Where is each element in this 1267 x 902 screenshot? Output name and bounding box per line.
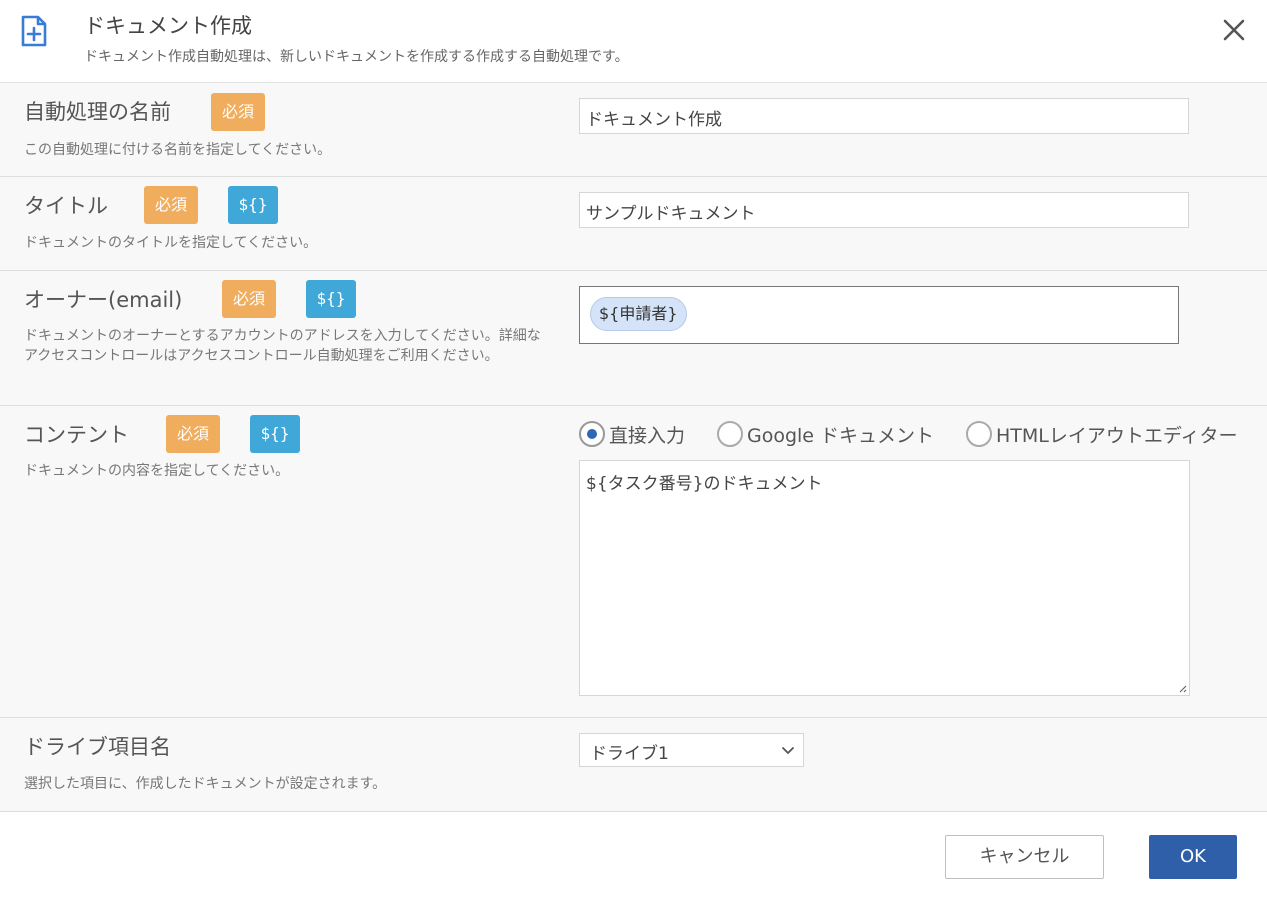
cancel-button[interactable]: キャンセル — [945, 835, 1104, 879]
radio-direct-input[interactable]: 直接入力 — [579, 421, 685, 447]
required-badge: 必須 — [166, 415, 220, 453]
name-description: この自動処理に付ける名前を指定してください。 — [24, 142, 332, 158]
radio-label: Google ドキュメント — [747, 424, 935, 447]
drive-description: 選択した項目に、作成したドキュメントが設定されます。 — [24, 776, 387, 792]
content-description: ドキュメントの内容を指定してください。 — [24, 463, 290, 479]
content-text: ${タスク番号}のドキュメント — [586, 474, 823, 494]
radio-label: HTMLレイアウトエディター — [996, 424, 1238, 447]
required-badge: 必須 — [144, 186, 198, 224]
resize-grip-icon[interactable] — [1177, 683, 1187, 693]
title-input[interactable]: サンプルドキュメント — [579, 192, 1189, 228]
close-icon[interactable] — [1218, 14, 1250, 46]
dialog-header: ドキュメント作成 ドキュメント作成自動処理は、新しいドキュメントを作成する作成す… — [0, 0, 1267, 83]
document-add-icon — [21, 15, 47, 47]
dialog-title: ドキュメント作成 — [84, 14, 252, 38]
radio-label: 直接入力 — [609, 424, 686, 447]
radio-html-layout-editor[interactable]: HTMLレイアウトエディター — [966, 421, 1238, 447]
owner-description: ドキュメントのオーナーとするアカウントのアドレスを入力してください。詳細なアクセ… — [24, 328, 541, 364]
radio-checked-icon — [579, 421, 605, 447]
variable-insert-button[interactable]: ${} — [228, 186, 278, 224]
name-input[interactable]: ドキュメント作成 — [579, 98, 1189, 134]
radio-unchecked-icon — [717, 421, 743, 447]
field-row-name: 自動処理の名前 必須 この自動処理に付ける名前を指定してください。 ドキュメント… — [0, 83, 1267, 177]
radio-google-docs[interactable]: Google ドキュメント — [717, 421, 934, 447]
drive-label: ドライブ項目名 — [24, 735, 171, 759]
required-badge: 必須 — [211, 93, 265, 131]
radio-unchecked-icon — [966, 421, 992, 447]
variable-insert-button[interactable]: ${} — [306, 280, 356, 318]
drive-select-value: ドライブ1 — [590, 744, 669, 764]
owner-input[interactable]: ${申請者} — [579, 286, 1179, 344]
variable-chip[interactable]: ${申請者} — [590, 297, 687, 331]
variable-insert-button[interactable]: ${} — [250, 415, 300, 453]
field-row-title: タイトル 必須 ${} ドキュメントのタイトルを指定してください。 サンプルドキ… — [0, 177, 1267, 271]
title-label: タイトル — [24, 194, 108, 218]
name-label: 自動処理の名前 — [24, 100, 171, 124]
drive-select[interactable]: ドライブ1 — [579, 733, 804, 767]
chevron-down-icon — [782, 747, 794, 754]
title-description: ドキュメントのタイトルを指定してください。 — [24, 235, 318, 251]
content-textarea[interactable]: ${タスク番号}のドキュメント — [579, 460, 1190, 696]
ok-button[interactable]: OK — [1149, 835, 1237, 879]
dialog-footer: キャンセル OK — [0, 812, 1267, 902]
owner-label: オーナー(email) — [24, 288, 183, 312]
content-label: コンテント — [24, 423, 129, 447]
dialog-subtitle: ドキュメント作成自動処理は、新しいドキュメントを作成する作成する自動処理です。 — [84, 49, 629, 65]
create-document-dialog: ドキュメント作成 ドキュメント作成自動処理は、新しいドキュメントを作成する作成す… — [0, 0, 1267, 902]
required-badge: 必須 — [222, 280, 276, 318]
